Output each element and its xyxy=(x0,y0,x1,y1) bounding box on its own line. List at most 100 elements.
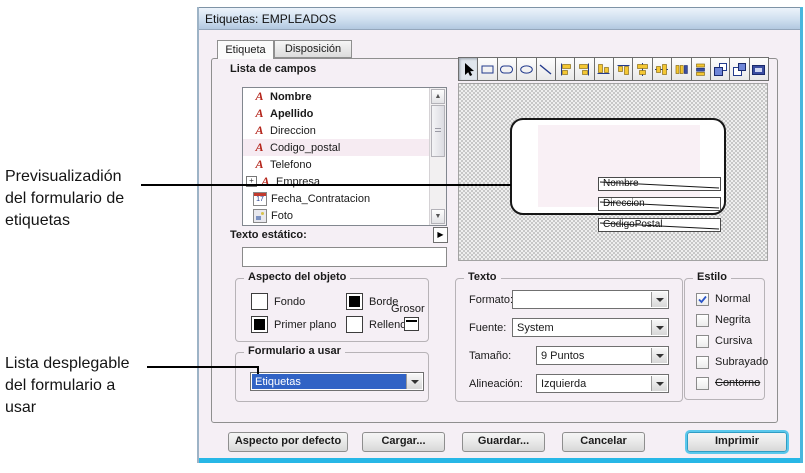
rectangle-tool-button[interactable] xyxy=(477,57,497,81)
distribute-vertical-button[interactable] xyxy=(691,57,711,81)
grosor-swatch[interactable] xyxy=(404,317,419,331)
fuente-combobox-value: System xyxy=(514,320,651,335)
rounded-rectangle-tool-button[interactable] xyxy=(497,57,517,81)
title-bar[interactable]: Etiquetas: EMPLEADOS xyxy=(199,8,800,30)
list-scrollbar[interactable]: ▲ ▼ xyxy=(429,88,446,225)
list-item[interactable]: A Apellido xyxy=(243,105,446,122)
group-formulario-title: Formulario a usar xyxy=(244,345,345,357)
field-list-label: Lista de campos xyxy=(230,63,316,75)
text-field-icon: A xyxy=(253,140,266,155)
fuente-combobox[interactable]: System xyxy=(512,318,669,337)
field-list[interactable]: A Nombre A Apellido A Direccion A Codigo… xyxy=(242,87,447,226)
static-text-input[interactable] xyxy=(242,247,447,267)
check-icon xyxy=(697,294,708,305)
align-left-button[interactable] xyxy=(555,57,575,81)
group-texto-title: Texto xyxy=(464,271,501,283)
text-field-icon: A xyxy=(253,89,266,104)
imprimir-button[interactable]: Imprimir xyxy=(687,432,787,452)
scroll-up-icon[interactable]: ▲ xyxy=(431,89,445,104)
chevron-down-icon xyxy=(656,298,664,302)
select-cursor-icon xyxy=(461,62,476,77)
fondo-label: Fondo xyxy=(274,296,305,308)
size-to-fit-icon xyxy=(751,62,766,77)
chevron-down-icon xyxy=(656,382,664,386)
subrayado-label: Subrayado xyxy=(715,356,768,368)
group-aspecto-title: Aspecto del objeto xyxy=(244,271,350,283)
align-right-button[interactable] xyxy=(574,57,594,81)
select-cursor-button[interactable] xyxy=(458,57,478,81)
scroll-down-icon[interactable]: ▼ xyxy=(431,209,445,224)
cancelar-button[interactable]: Cancelar xyxy=(562,432,645,452)
alineacion-combobox-button[interactable] xyxy=(651,376,667,391)
ellipse-tool-icon xyxy=(519,62,534,77)
list-item[interactable]: A Codigo_postal xyxy=(243,139,446,156)
callout-preview-line xyxy=(141,184,511,186)
align-center-horizontal-button[interactable] xyxy=(632,57,652,81)
field-line xyxy=(599,198,720,210)
tamano-combobox[interactable]: 9 Puntos xyxy=(536,346,669,365)
list-item-label: Nombre xyxy=(270,91,312,103)
list-item[interactable]: + A Empresa xyxy=(243,173,446,190)
primer-plano-swatch[interactable] xyxy=(251,316,268,333)
size-to-fit-button[interactable] xyxy=(749,57,769,81)
distribute-horizontal-icon xyxy=(674,62,689,77)
align-bottom-button[interactable] xyxy=(594,57,614,81)
group-texto: Texto Formato: Fuente: System Tamaño: 9 … xyxy=(455,278,683,402)
list-item[interactable]: A Telefono xyxy=(243,156,446,173)
normal-checkbox[interactable] xyxy=(696,293,709,306)
list-item[interactable]: A Nombre xyxy=(243,88,446,105)
formato-combobox-value xyxy=(514,292,651,307)
borde-swatch[interactable] xyxy=(346,293,363,310)
callout-preview: Previsualizadión del formulario de etiqu… xyxy=(5,166,124,232)
list-item-label: Direccion xyxy=(270,125,316,137)
formato-combobox[interactable] xyxy=(512,290,669,309)
ellipse-tool-button[interactable] xyxy=(516,57,536,81)
align-center-vertical-button[interactable] xyxy=(652,57,672,81)
distribute-horizontal-button[interactable] xyxy=(671,57,691,81)
bring-to-front-button[interactable] xyxy=(710,57,730,81)
fuente-combobox-button[interactable] xyxy=(651,320,667,335)
callout-dropdown-line1: Lista desplegable xyxy=(5,353,130,375)
fuente-label: Fuente: xyxy=(469,322,506,334)
label-preview-card: Nombre Direccion CodigoPostal xyxy=(510,118,726,215)
subrayado-checkbox[interactable] xyxy=(696,356,709,369)
formato-combobox-button[interactable] xyxy=(651,292,667,307)
rounded-rectangle-tool-icon xyxy=(499,62,514,77)
expand-static-text-button[interactable]: ▶ xyxy=(433,227,448,243)
tab-etiqueta[interactable]: Etiqueta xyxy=(217,40,274,59)
align-center-vertical-icon xyxy=(654,62,669,77)
callout-dropdown-line3: usar xyxy=(5,397,130,419)
aspecto-por-defecto-button[interactable]: Aspecto por defecto xyxy=(228,432,348,452)
send-to-back-icon xyxy=(732,62,747,77)
fondo-swatch[interactable] xyxy=(251,293,268,310)
send-to-back-button[interactable] xyxy=(729,57,749,81)
cargar-button[interactable]: Cargar... xyxy=(362,432,445,452)
text-field-icon: A xyxy=(259,174,272,189)
formulario-combobox[interactable]: Etiquetas xyxy=(250,372,424,391)
chevron-down-icon xyxy=(656,326,664,330)
group-aspecto-del-objeto: Aspecto del objeto Fondo Borde Primer pl… xyxy=(235,278,429,342)
list-item[interactable]: A Direccion xyxy=(243,122,446,139)
text-field-icon: A xyxy=(253,106,266,121)
line-tool-button[interactable] xyxy=(536,57,556,81)
alineacion-combobox[interactable]: Izquierda xyxy=(536,374,669,393)
list-item[interactable]: 17 Fecha_Contratacion xyxy=(243,190,446,207)
negrita-checkbox[interactable] xyxy=(696,314,709,327)
callout-dropdown-line xyxy=(147,366,259,368)
tamano-combobox-button[interactable] xyxy=(651,348,667,363)
dialog-title: Etiquetas: EMPLEADOS xyxy=(199,12,336,26)
tab-disposicion[interactable]: Disposición xyxy=(274,40,352,58)
relleno-swatch[interactable] xyxy=(346,316,363,333)
drawing-toolbar xyxy=(458,57,769,81)
scrollbar-thumb[interactable] xyxy=(431,105,445,157)
cursiva-checkbox[interactable] xyxy=(696,335,709,348)
formulario-combobox-button[interactable] xyxy=(406,374,422,389)
align-top-button[interactable] xyxy=(613,57,633,81)
contorno-checkbox[interactable] xyxy=(696,377,709,390)
image-icon xyxy=(253,209,267,223)
list-item[interactable]: Foto xyxy=(243,207,446,224)
preview-field-nombre: Nombre xyxy=(598,177,721,191)
tamano-label: Tamaño: xyxy=(469,350,511,362)
list-item-label: Fecha_Contratacion xyxy=(271,193,370,205)
guardar-button[interactable]: Guardar... xyxy=(462,432,545,452)
